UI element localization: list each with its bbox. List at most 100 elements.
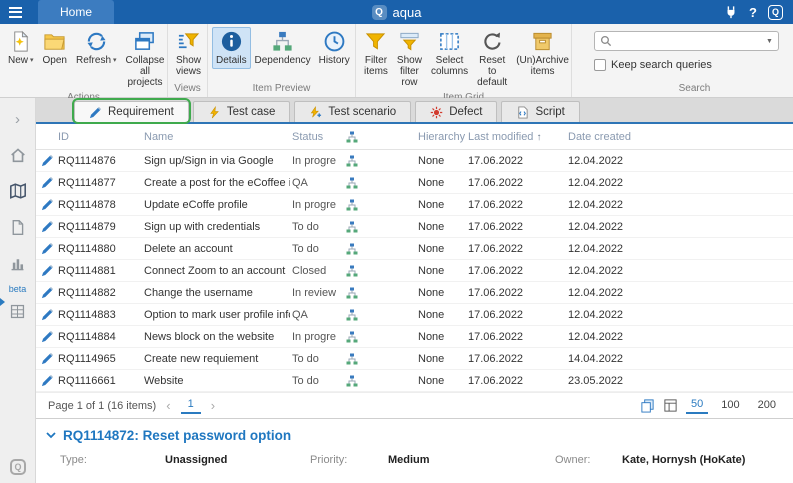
detail-title-row[interactable]: RQ1114872: Reset password option: [46, 428, 793, 443]
table-row[interactable]: RQ1114883Option to mark user profile inf…: [36, 304, 793, 326]
open-button[interactable]: Open: [39, 27, 71, 69]
cell-status: In progress: [290, 155, 336, 167]
cell-status: In review: [290, 287, 336, 299]
sidebar-item-documents[interactable]: [0, 212, 36, 242]
integrations-plug-icon[interactable]: [724, 5, 738, 19]
requirement-icon: [36, 374, 56, 387]
filter-funnel-icon: [364, 30, 387, 53]
cell-last-modified: 17.06.2022: [466, 243, 566, 255]
requirement-icon: [36, 264, 56, 277]
help-icon[interactable]: ?: [749, 5, 757, 20]
cell-date-created: 12.04.2022: [566, 287, 678, 299]
table-row[interactable]: RQ1114878Update eCoffe profileIn progres…: [36, 194, 793, 216]
ribbon-group-search: ▼ Keep search queries Search: [572, 24, 793, 97]
dependency-icon: [336, 155, 416, 167]
menu-icon[interactable]: [0, 7, 30, 18]
table-row[interactable]: RQ1114880Delete an accountTo doNone17.06…: [36, 238, 793, 260]
select-columns-button[interactable]: Select columns: [427, 27, 472, 80]
new-button[interactable]: New▾: [4, 27, 38, 69]
column-header-status[interactable]: Status: [290, 131, 336, 143]
sidebar-expand-button[interactable]: ›: [0, 104, 36, 134]
next-page-icon[interactable]: ›: [209, 398, 217, 413]
page-size-50[interactable]: 50: [686, 398, 708, 414]
column-header-last-modified[interactable]: Last modified↑: [466, 131, 566, 143]
collapse-windows-icon: [133, 30, 156, 53]
requirement-icon: [36, 176, 56, 189]
sidebar-item-reports[interactable]: [0, 248, 36, 278]
table-row[interactable]: RQ1116661WebsiteTo doNone17.06.202223.05…: [36, 370, 793, 392]
filter-items-button[interactable]: Filter items: [360, 27, 392, 80]
keep-search-queries-checkbox[interactable]: [594, 59, 606, 71]
group-label-search: Search: [572, 83, 793, 97]
cell-last-modified: 17.06.2022: [466, 287, 566, 299]
table-row[interactable]: RQ1114877Create a post for the eCoffee i…: [36, 172, 793, 194]
cell-name: Change the username: [142, 287, 290, 299]
refresh-button[interactable]: Refresh▾: [72, 27, 121, 69]
table-row[interactable]: RQ1114876Sign up/Sign in via GoogleIn pr…: [36, 150, 793, 172]
column-header-id[interactable]: ID: [56, 131, 142, 143]
dependency-icon: [336, 265, 416, 277]
dependency-icon: [336, 353, 416, 365]
tab-defect[interactable]: Defect: [415, 101, 497, 122]
tab-test-case[interactable]: Test case: [193, 101, 291, 122]
tab-script[interactable]: Script: [501, 101, 579, 122]
caret-down-icon: ▾: [113, 57, 117, 65]
show-filter-row-button[interactable]: Show filter row: [393, 27, 426, 92]
cell-name: Update eCoffe profile: [142, 199, 290, 211]
cell-id: RQ1114880: [56, 243, 142, 255]
field-label-owner: Owner:: [555, 454, 590, 466]
table-row[interactable]: RQ1114882Change the usernameIn reviewNon…: [36, 282, 793, 304]
table-row[interactable]: RQ1114965Create new requiementTo doNone1…: [36, 348, 793, 370]
requirement-icon: [36, 220, 56, 233]
previous-page-icon[interactable]: ‹: [164, 398, 172, 413]
cell-name: News block on the website: [142, 331, 290, 343]
show-views-button[interactable]: Show views: [172, 27, 205, 80]
script-icon: [516, 106, 529, 119]
history-button[interactable]: History: [315, 27, 354, 69]
cards-view-icon[interactable]: [640, 398, 655, 413]
reset-arrow-icon: [481, 30, 504, 53]
sidebar-item-grid-beta[interactable]: [0, 296, 36, 326]
cell-status: To do: [290, 353, 336, 365]
ribbon-group-item-grid: Filter items Show filter row Select colu…: [356, 24, 572, 97]
requirement-icon: [36, 308, 56, 321]
sidebar-item-home[interactable]: [0, 140, 36, 170]
reset-to-default-button[interactable]: Reset to default: [473, 27, 511, 92]
cell-hierarchy: None: [416, 177, 466, 189]
ribbon-group-actions: New▾ Open Refresh▾ Collapse all projects: [0, 24, 168, 97]
item-detail-panel: RQ1114872: Reset password option Type: U…: [36, 418, 793, 483]
page-size-200[interactable]: 200: [753, 399, 781, 413]
cell-status: QA: [290, 309, 336, 321]
search-input-box[interactable]: ▼: [594, 31, 779, 51]
requirement-icon: [36, 154, 56, 167]
tab-requirement[interactable]: Requirement: [74, 101, 189, 122]
titlebar-tab-home[interactable]: Home: [38, 0, 114, 24]
field-value-owner: Kate, Hornysh (HoKate): [622, 454, 745, 466]
table-view-icon[interactable]: [663, 398, 678, 413]
details-button[interactable]: Details: [212, 27, 251, 69]
dependency-icon: [336, 243, 416, 255]
unarchive-items-button[interactable]: (Un)Archive items: [512, 27, 573, 80]
lightning-plus-icon: [309, 106, 322, 119]
sidebar-item-requirements[interactable]: [0, 176, 36, 206]
detail-title: RQ1114872: Reset password option: [63, 428, 291, 443]
column-header-dependency[interactable]: [336, 131, 416, 143]
home-icon: [9, 146, 27, 164]
column-header-name[interactable]: Name: [142, 131, 290, 143]
cell-id: RQ1114881: [56, 265, 142, 277]
dependency-button[interactable]: Dependency: [252, 27, 314, 69]
page-number[interactable]: 1: [181, 397, 201, 414]
table-row[interactable]: RQ1114884News block on the websiteIn pro…: [36, 326, 793, 348]
column-header-hierarchy[interactable]: Hierarchy: [416, 131, 466, 143]
search-input[interactable]: [616, 34, 762, 48]
page-size-100[interactable]: 100: [716, 399, 744, 413]
search-dropdown-icon[interactable]: ▼: [766, 38, 773, 45]
cell-date-created: 12.04.2022: [566, 177, 678, 189]
tab-test-scenario[interactable]: Test scenario: [294, 101, 411, 122]
table-row[interactable]: RQ1114879Sign up with credentialsTo doNo…: [36, 216, 793, 238]
column-header-date-created[interactable]: Date created: [566, 131, 678, 143]
aqua-app-icon[interactable]: Q: [768, 5, 783, 20]
collapse-all-projects-button[interactable]: Collapse all projects: [122, 27, 169, 92]
table-header: ID Name Status Hierarchy Last modified↑ …: [36, 124, 793, 150]
table-row[interactable]: RQ1114881Connect Zoom to an accountClose…: [36, 260, 793, 282]
